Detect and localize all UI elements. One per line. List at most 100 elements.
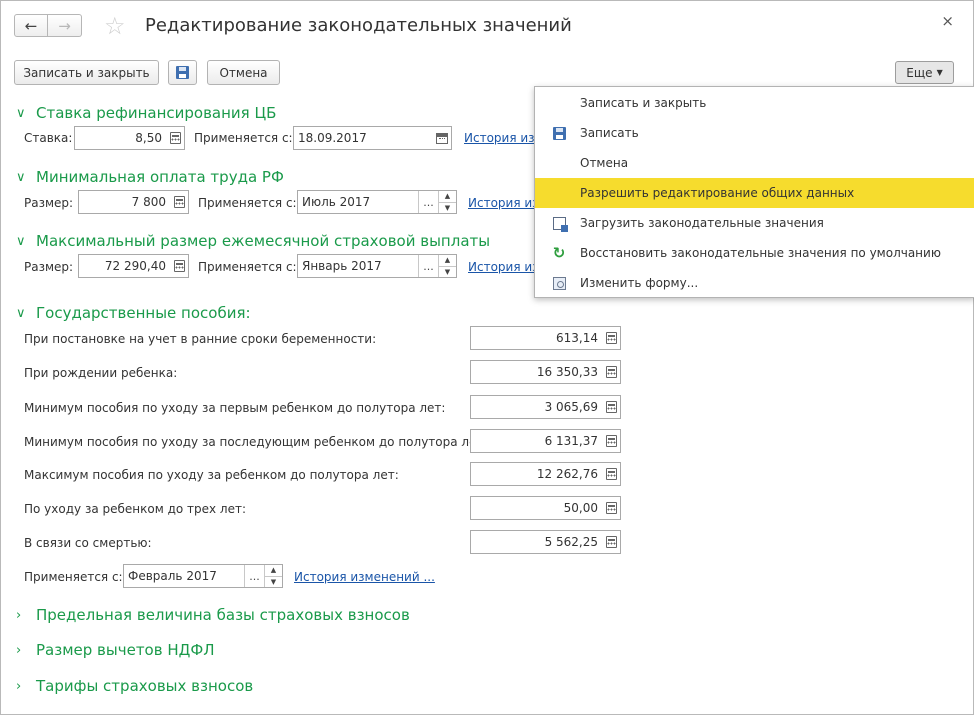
chevron-right-icon: › [16, 642, 22, 658]
rate-history-link[interactable]: История изм [464, 131, 544, 145]
select-dots-button[interactable]: ... [244, 565, 264, 587]
section-max-insurance-payment[interactable]: ∨ Максимальный размер ежемесячной страхо… [16, 232, 490, 250]
calculator-icon[interactable] [602, 430, 620, 452]
max-insurance-value: 72 290,40 [104, 259, 166, 273]
chevron-right-icon: › [16, 678, 22, 694]
benefit-field[interactable]: 3 065,69 [470, 395, 621, 419]
more-dropdown-menu: Записать и закрыть Записать Отмена Разре… [534, 86, 974, 298]
close-icon[interactable]: × [941, 12, 954, 30]
benefit-label: По уходу за ребенком до трех лет: [24, 502, 247, 516]
section-ndfl-deductions[interactable]: › Размер вычетов НДФЛ [16, 641, 215, 659]
benefit-field[interactable]: 16 350,33 [470, 360, 621, 384]
menu-item-label: Записать и закрыть [580, 96, 707, 110]
calculator-icon[interactable] [170, 255, 188, 277]
calendar-icon[interactable] [433, 127, 451, 149]
chevron-right-icon: › [16, 607, 22, 623]
section-refinancing-rate[interactable]: ∨ Ставка рефинансирования ЦБ [16, 104, 276, 122]
applies-from-label: Применяется с: [198, 196, 297, 210]
menu-item-load-legal-values[interactable]: Загрузить законодательные значения [535, 208, 974, 238]
star-icon[interactable]: ☆ [104, 13, 126, 39]
section-title: Государственные пособия: [36, 304, 251, 322]
benefit-field[interactable]: 5 562,25 [470, 530, 621, 554]
benefit-value: 613,14 [556, 331, 598, 345]
benefit-value: 12 262,76 [536, 467, 598, 481]
spin-down-icon[interactable]: ▼ [439, 201, 456, 214]
menu-item-save[interactable]: Записать [535, 118, 974, 148]
calculator-icon[interactable] [166, 127, 184, 149]
min-wage-value: 7 800 [131, 195, 166, 209]
applies-from-label: Применяется с: [194, 131, 293, 145]
rate-label: Ставка: [24, 131, 73, 145]
section-minimum-wage[interactable]: ∨ Минимальная оплата труда РФ [16, 168, 284, 186]
select-dots-button[interactable]: ... [418, 191, 438, 213]
benefits-month-field[interactable]: Февраль 2017 ... ▲ ▼ [123, 564, 283, 588]
calculator-icon[interactable] [602, 327, 620, 349]
benefit-field[interactable]: 613,14 [470, 326, 621, 350]
benefit-value: 50,00 [563, 501, 598, 515]
rate-field[interactable]: 8,50 [74, 126, 185, 150]
more-button-label: Еще [906, 65, 933, 80]
section-insurance-tariffs[interactable]: › Тарифы страховых взносов [16, 677, 253, 695]
min-wage-history-link[interactable]: История из [468, 196, 539, 210]
rate-date-value: 18.09.2017 [298, 131, 367, 145]
save-button[interactable] [168, 60, 197, 85]
chevron-down-icon: ∨ [16, 105, 26, 121]
calculator-icon[interactable] [602, 497, 620, 519]
load-icon [552, 216, 568, 232]
max-insurance-history-link[interactable]: История из [468, 260, 539, 274]
min-wage-field[interactable]: 7 800 [78, 190, 189, 214]
spin-down-icon[interactable]: ▼ [439, 265, 456, 278]
save-icon [176, 66, 189, 79]
window-title: Редактирование законодательных значений [145, 15, 572, 36]
spin-down-icon[interactable]: ▼ [265, 575, 282, 588]
section-title: Тарифы страховых взносов [36, 677, 254, 695]
calculator-icon[interactable] [602, 463, 620, 485]
menu-item-label: Отмена [580, 156, 629, 170]
min-wage-month-field[interactable]: Июль 2017 ... ▲ ▼ [297, 190, 457, 214]
benefit-field[interactable]: 50,00 [470, 496, 621, 520]
save-and-close-button[interactable]: Записать и закрыть [14, 60, 159, 85]
menu-item-cancel[interactable]: Отмена [535, 148, 974, 178]
save-icon [552, 126, 566, 140]
cancel-button[interactable]: Отмена [207, 60, 280, 85]
menu-item-restore-defaults[interactable]: ↻ Восстановить законодательные значения … [535, 238, 974, 268]
max-insurance-month-field[interactable]: Январь 2017 ... ▲ ▼ [297, 254, 457, 278]
section-state-benefits[interactable]: ∨ Государственные пособия: [16, 304, 251, 322]
calculator-icon[interactable] [602, 396, 620, 418]
more-button[interactable]: Еще ▼ [895, 61, 954, 84]
rate-date-field[interactable]: 18.09.2017 [293, 126, 452, 150]
back-button[interactable]: ← [14, 14, 48, 37]
arrow-left-icon: ← [24, 16, 38, 35]
spin-up-icon[interactable]: ▲ [265, 565, 282, 576]
menu-item-save-and-close[interactable]: Записать и закрыть [535, 88, 974, 118]
benefit-value: 16 350,33 [536, 365, 598, 379]
menu-item-allow-editing-shared-data[interactable]: Разрешить редактирование общих данных [535, 178, 974, 208]
month-spinner[interactable]: ▲ ▼ [264, 565, 282, 587]
dropdown-arrow-icon: ▼ [936, 68, 943, 77]
month-spinner[interactable]: ▲ ▼ [438, 255, 456, 277]
section-insurance-base-limit[interactable]: › Предельная величина базы страховых взн… [16, 606, 410, 624]
benefit-label: В связи со смертью: [24, 536, 152, 550]
benefit-value: 6 131,37 [544, 434, 598, 448]
section-title: Максимальный размер ежемесячной страхово… [36, 232, 491, 250]
benefit-field[interactable]: 12 262,76 [470, 462, 621, 486]
min-wage-size-label: Размер: [24, 196, 74, 210]
menu-item-label: Записать [580, 126, 639, 140]
spin-up-icon[interactable]: ▲ [439, 255, 456, 266]
chevron-down-icon: ∨ [16, 233, 26, 249]
forward-button[interactable]: → [48, 14, 82, 37]
select-dots-button[interactable]: ... [418, 255, 438, 277]
benefit-field[interactable]: 6 131,37 [470, 429, 621, 453]
applies-from-label: Применяется с: [198, 260, 297, 274]
menu-item-change-form[interactable]: Изменить форму... [535, 268, 974, 298]
form-window: ← → ☆ Редактирование законодательных зна… [0, 0, 974, 715]
calculator-icon[interactable] [170, 191, 188, 213]
max-insurance-field[interactable]: 72 290,40 [78, 254, 189, 278]
applies-from-label: Применяется с: [24, 570, 123, 584]
menu-item-label: Изменить форму... [580, 276, 699, 290]
calculator-icon[interactable] [602, 361, 620, 383]
calculator-icon[interactable] [602, 531, 620, 553]
month-spinner[interactable]: ▲ ▼ [438, 191, 456, 213]
benefits-history-link[interactable]: История изменений ... [294, 570, 435, 584]
spin-up-icon[interactable]: ▲ [439, 191, 456, 202]
